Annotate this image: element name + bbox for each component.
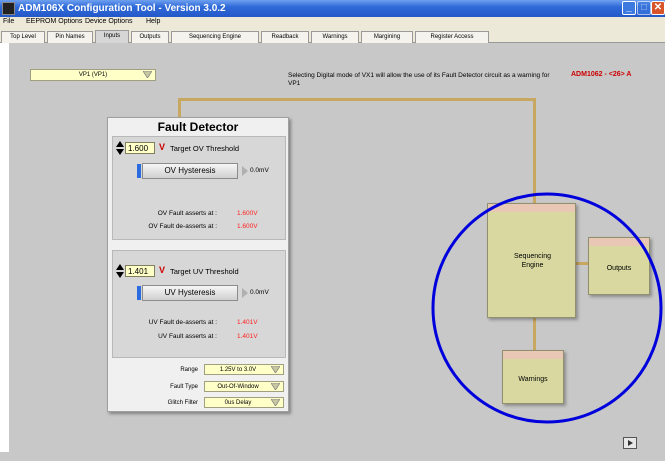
chevron-down-icon bbox=[271, 366, 280, 373]
tab-margining[interactable]: Margining bbox=[361, 31, 413, 43]
chevron-down-icon bbox=[271, 383, 280, 390]
ov-hysteresis-slider[interactable] bbox=[137, 164, 141, 178]
uv-spin-up-icon[interactable] bbox=[116, 264, 124, 270]
uv-spin-down-icon[interactable] bbox=[116, 272, 124, 278]
fault-detector-title: Fault Detector bbox=[157, 120, 239, 134]
input-select[interactable]: VP1 (VP1) bbox=[30, 69, 156, 81]
outputs-block[interactable]: Outputs bbox=[588, 237, 650, 295]
fault-type-label: Fault Type bbox=[170, 384, 198, 390]
connector-line bbox=[533, 98, 536, 205]
range-label: Range bbox=[180, 367, 198, 373]
tab-bar: Top Level Pin Names Inputs Outputs Seque… bbox=[0, 29, 665, 43]
uv-section: 1.401 V Target UV Threshold UV Hysteresi… bbox=[112, 250, 286, 358]
window-title: ADM106X Configuration Tool - Version 3.0… bbox=[18, 3, 226, 14]
uv-hysteresis-slider[interactable] bbox=[137, 286, 141, 300]
tab-register-access[interactable]: Register Access bbox=[415, 31, 489, 43]
glitch-filter-select[interactable]: 0us Delay bbox=[204, 397, 284, 408]
block-header bbox=[589, 238, 649, 246]
sequencing-engine-label: Sequencing Engine bbox=[514, 253, 551, 269]
app-window: ADM106X Configuration Tool - Version 3.0… bbox=[0, 0, 665, 461]
uv-asserts-label: UV Fault asserts at : bbox=[158, 333, 217, 340]
connector-line bbox=[533, 318, 536, 351]
ov-asserts-value: 1.600V bbox=[237, 210, 258, 217]
ov-hysteresis-button[interactable]: OV Hysteresis bbox=[142, 163, 238, 179]
warnings-block[interactable]: Warnings bbox=[502, 350, 564, 404]
play-icon bbox=[628, 440, 633, 446]
ov-threshold-label: Target OV Threshold bbox=[170, 144, 240, 153]
info-message: Selecting Digital mode of VX1 will allow… bbox=[288, 72, 550, 87]
glitch-filter-label: Glitch Filter bbox=[167, 400, 198, 406]
next-button[interactable] bbox=[623, 437, 637, 449]
triangle-right-icon bbox=[242, 166, 248, 176]
glitch-filter-value: 0us Delay bbox=[224, 400, 252, 406]
app-icon bbox=[2, 2, 15, 15]
range-select[interactable]: 1.25V to 3.0V bbox=[204, 364, 284, 375]
ov-unit: V bbox=[159, 142, 166, 152]
chevron-down-icon bbox=[271, 399, 280, 406]
block-header bbox=[488, 204, 575, 212]
fault-detector-panel: Fault Detector 1.600 V Target OV Thresho… bbox=[107, 117, 289, 412]
connector-line bbox=[178, 98, 181, 118]
ov-hysteresis-value: 0.0mV bbox=[250, 167, 269, 174]
tab-top-level[interactable]: Top Level bbox=[1, 31, 45, 43]
tab-warnings[interactable]: Warnings bbox=[311, 31, 359, 43]
minimize-button[interactable]: _ bbox=[622, 1, 636, 15]
uv-asserts-value: 1.401V bbox=[237, 333, 258, 340]
fault-type-select[interactable]: Out-Of-Window bbox=[204, 381, 284, 392]
tab-inputs[interactable]: Inputs bbox=[95, 30, 129, 43]
menu-eeprom-options[interactable]: EEPROM Options bbox=[26, 18, 82, 25]
ov-deasserts-value: 1.600V bbox=[237, 223, 258, 230]
outputs-label: Outputs bbox=[606, 265, 632, 272]
menu-bar: File EEPROM Options Device Options Help bbox=[0, 17, 665, 29]
ov-asserts-label: OV Fault asserts at : bbox=[157, 210, 217, 217]
tab-outputs[interactable]: Outputs bbox=[131, 31, 169, 43]
connector-line bbox=[575, 262, 589, 265]
right-margin bbox=[658, 43, 665, 461]
connector-line bbox=[178, 98, 536, 101]
warnings-label: Warnings bbox=[518, 376, 548, 383]
range-value: 1.25V to 3.0V bbox=[219, 367, 257, 373]
ov-deasserts-label: OV Fault de-asserts at : bbox=[148, 223, 217, 230]
ov-spin-down-icon[interactable] bbox=[116, 149, 124, 155]
close-button[interactable]: ✕ bbox=[651, 1, 665, 15]
menu-help[interactable]: Help bbox=[146, 18, 160, 25]
title-bar[interactable]: ADM106X Configuration Tool - Version 3.0… bbox=[0, 0, 665, 17]
triangle-right-icon bbox=[242, 288, 248, 298]
tab-pin-names[interactable]: Pin Names bbox=[47, 31, 93, 43]
uv-hysteresis-button[interactable]: UV Hysteresis bbox=[142, 285, 238, 301]
ov-threshold-input[interactable]: 1.600 bbox=[125, 142, 155, 154]
ov-spin-up-icon[interactable] bbox=[116, 141, 124, 147]
menu-file[interactable]: File bbox=[3, 18, 14, 25]
input-select-value: VP1 (VP1) bbox=[78, 72, 108, 78]
uv-threshold-label: Target UV Threshold bbox=[170, 267, 239, 276]
uv-threshold-input[interactable]: 1.401 bbox=[125, 265, 155, 277]
menu-device-options[interactable]: Device Options bbox=[85, 18, 132, 25]
uv-unit: V bbox=[159, 265, 166, 275]
tab-readback[interactable]: Readback bbox=[261, 31, 309, 43]
tab-sequencing-engine[interactable]: Sequencing Engine bbox=[171, 31, 259, 43]
maximize-button[interactable]: □ bbox=[637, 1, 651, 15]
uv-deasserts-label: UV Fault de-asserts at : bbox=[148, 319, 217, 326]
device-id: ADM1062 - <26> A bbox=[571, 71, 632, 78]
ov-section: 1.600 V Target OV Threshold OV Hysteresi… bbox=[112, 136, 286, 240]
chevron-down-icon bbox=[143, 71, 152, 78]
block-header bbox=[503, 351, 563, 359]
left-margin bbox=[0, 43, 9, 452]
bottom-margin bbox=[0, 452, 665, 461]
uv-hysteresis-value: 0.0mV bbox=[250, 289, 269, 296]
uv-deasserts-value: 1.401V bbox=[237, 319, 258, 326]
fault-type-value: Out-Of-Window bbox=[217, 384, 259, 390]
sequencing-engine-block[interactable]: Sequencing Engine bbox=[487, 203, 576, 318]
